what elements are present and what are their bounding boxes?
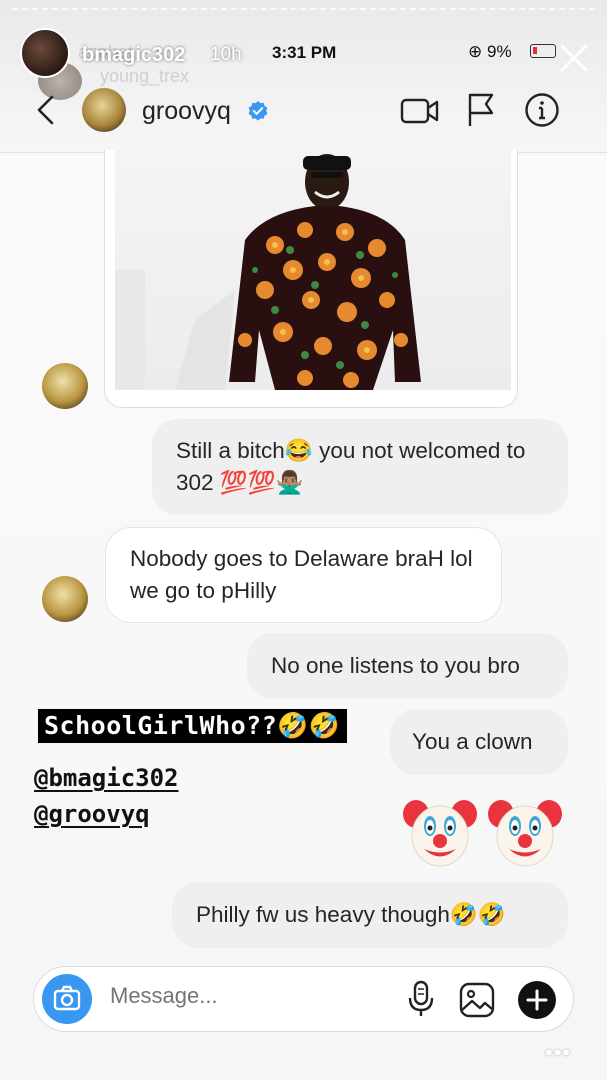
clown-emoji-icon [403,800,477,867]
verified-badge-icon [248,101,268,121]
plus-icon [526,989,548,1011]
camera-icon [53,985,81,1011]
message-text: No one listens to you bro [271,653,520,678]
post-photo [115,150,511,390]
status-battery: ⊕ 9% [468,42,512,62]
received-avatar[interactable] [42,363,88,409]
person-photo [115,154,421,390]
text-sticker: SchoolGirlWho??🤣🤣 [38,709,347,743]
sent-message-bubble[interactable]: Still a bitch😂 you not welcomed to 302 💯… [152,419,568,515]
sent-message-bubble[interactable]: Philly fw us heavy though🤣🤣 [172,882,568,948]
message-input[interactable] [110,983,360,1009]
battery-icon [530,44,556,58]
story-avatar[interactable] [20,28,70,78]
message-text: You a clown [412,729,533,754]
sent-message-bubble[interactable]: You a clown [390,709,568,775]
chat-header-area [0,0,607,155]
info-icon[interactable] [524,92,560,128]
message-text: Philly fw us heavy though🤣🤣 [196,902,506,927]
add-button[interactable] [518,981,556,1019]
microphone-icon[interactable] [406,979,436,1019]
received-message-bubble[interactable]: Nobody goes to Delaware braH lol we go t… [105,527,502,623]
message-text: Still a bitch😂 you not welcomed to 302 💯… [176,438,526,495]
chat-avatar[interactable] [82,88,126,132]
gallery-icon[interactable] [458,981,496,1019]
bg-username: young_trex [100,66,190,86]
mention-groovyq[interactable]: @groovyq [34,800,150,828]
status-time: 3:31 PM [272,43,337,62]
story-progress-bar [12,8,595,13]
battery-percent: 9% [486,42,512,61]
video-call-icon[interactable] [400,96,440,126]
message-text: Nobody goes to Delaware braH lol we go t… [130,546,473,603]
story-time: 10h [210,44,242,65]
flag-icon[interactable] [466,92,496,128]
sent-message-bubble[interactable]: No one listens to you bro [247,633,568,699]
shared-post[interactable] [104,150,518,408]
received-avatar[interactable] [42,576,88,622]
chat-username[interactable]: groovyq [142,97,231,126]
story-screen: apphat young_trex bmagic302 10h 3:31 PM … [0,0,607,1080]
camera-button[interactable] [42,974,92,1024]
clown-emoji-icon [488,800,562,867]
more-options-icon[interactable]: ••• [545,1040,571,1066]
back-chevron-icon[interactable] [32,94,60,126]
close-icon[interactable] [556,40,592,76]
rotation-lock-icon: ⊕ [468,42,483,61]
mention-bmagic302[interactable]: @bmagic302 [34,764,179,792]
story-username[interactable]: bmagic302 [82,44,185,67]
message-composer [33,966,574,1032]
